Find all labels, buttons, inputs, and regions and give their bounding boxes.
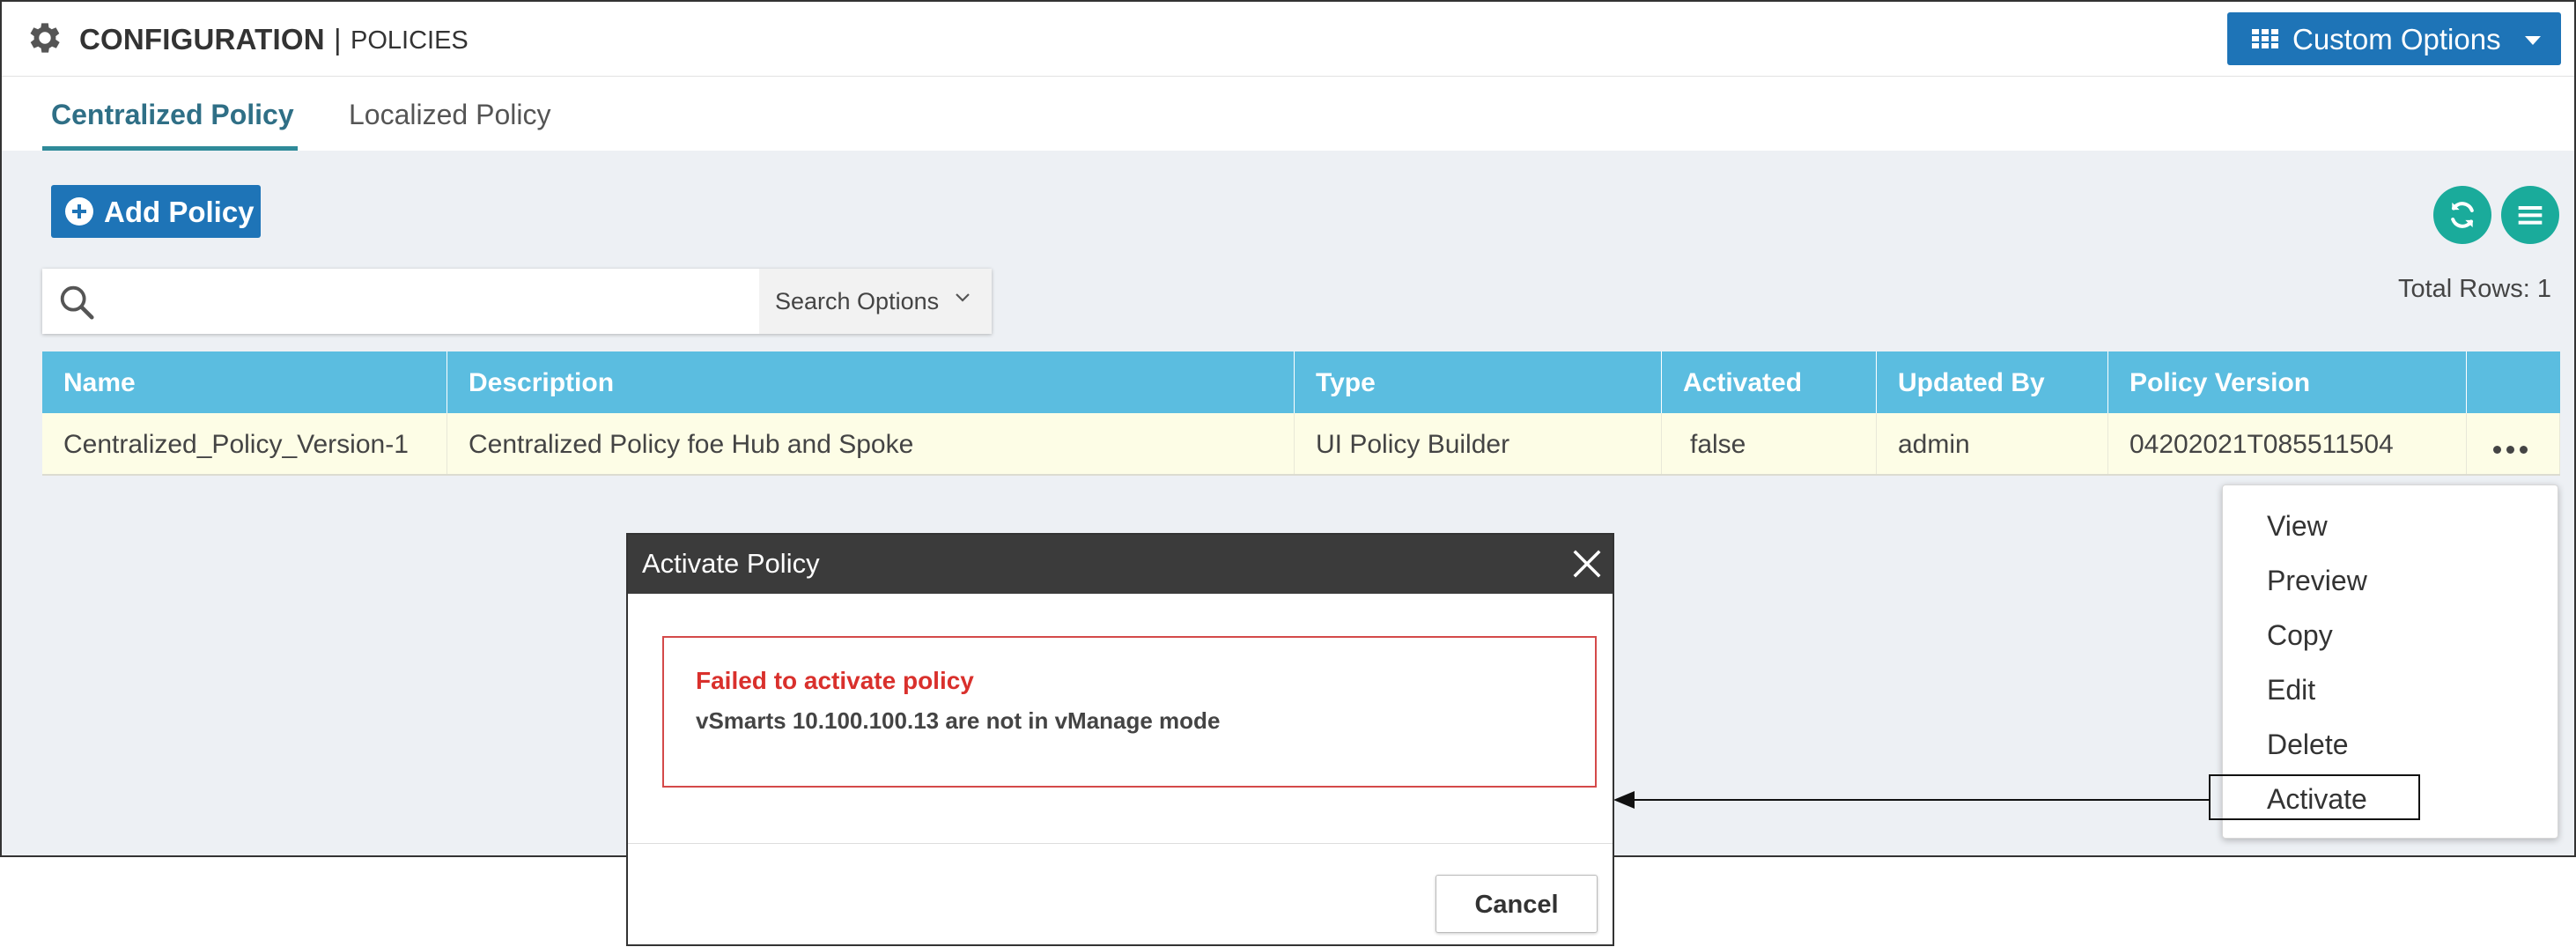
column-header-policy-version[interactable]: Policy Version <box>2108 351 2467 413</box>
refresh-icon <box>2451 202 2474 228</box>
table-menu-button[interactable] <box>2501 186 2559 244</box>
gear-icon <box>30 23 60 53</box>
menu-item-edit[interactable]: Edit <box>2223 662 2558 716</box>
tab-localized-policy[interactable]: Localized Policy <box>347 77 576 151</box>
add-policy-button[interactable]: Add Policy <box>51 185 261 238</box>
custom-options-label: Custom Options <box>2292 23 2501 55</box>
chevron-down-icon <box>956 293 970 302</box>
cell-description: Centralized Policy foe Hub and Spoke <box>447 413 1295 474</box>
menu-icon <box>2518 206 2543 225</box>
search-options-dropdown[interactable]: Search Options <box>759 269 992 334</box>
total-rows-value: 1 <box>2536 275 2551 303</box>
close-icon[interactable] <box>1570 547 1604 581</box>
menu-item-delete[interactable]: Delete <box>2223 716 2558 771</box>
search-input[interactable] <box>109 277 796 325</box>
title-separator: | <box>334 23 342 55</box>
cell-updated-by: admin <box>1877 413 2108 474</box>
menu-item-copy[interactable]: Copy <box>2223 607 2558 662</box>
column-header-description[interactable]: Description <box>447 351 1295 413</box>
cell-activated: false <box>1662 413 1877 474</box>
menu-item-preview[interactable]: Preview <box>2223 552 2558 607</box>
menu-item-view[interactable]: View <box>2223 498 2558 552</box>
page-header: CONFIGURATION | POLICIES Custom Options <box>2 2 2574 77</box>
grid-icon <box>2252 29 2278 48</box>
error-title: Failed to activate policy <box>696 667 974 694</box>
tab-label: Centralized Policy <box>51 99 294 130</box>
error-message-box: Failed to activate policy vSmarts 10.100… <box>662 636 1597 788</box>
table-header: Name Description Type Activated Updated … <box>42 351 2560 413</box>
cell-name: Centralized_Policy_Version-1 <box>42 413 447 474</box>
page-subtitle: POLICIES <box>351 26 469 55</box>
add-policy-label: Add Policy <box>104 196 255 228</box>
page-title: CONFIGURATION <box>79 23 325 55</box>
row-actions-button[interactable] <box>2467 413 2560 474</box>
policy-tabs: Centralized Policy Localized Policy <box>2 77 2574 151</box>
search-options-label: Search Options <box>775 288 940 314</box>
cell-type: UI Policy Builder <box>1295 413 1662 474</box>
more-icon <box>2467 413 2559 474</box>
caret-down-icon <box>2525 36 2541 45</box>
active-tab-indicator <box>42 146 298 151</box>
arrow-left-icon <box>1613 791 2211 809</box>
table-row[interactable]: Centralized_Policy_Version-1 Centralized… <box>42 413 2560 476</box>
cancel-label: Cancel <box>1474 891 1559 919</box>
total-rows: Total Rows: 1 <box>2371 275 2551 304</box>
activate-highlight-box <box>2209 774 2420 820</box>
dialog-divider <box>628 843 1613 844</box>
cancel-button[interactable]: Cancel <box>1436 875 1598 933</box>
tab-centralized-policy[interactable]: Centralized Policy <box>42 77 298 151</box>
dialog-header: Activate Policy <box>628 535 1613 594</box>
total-rows-label: Total Rows: <box>2397 275 2530 303</box>
tab-label: Localized Policy <box>349 99 551 130</box>
custom-options-button[interactable]: Custom Options <box>2227 12 2561 65</box>
column-header-type[interactable]: Type <box>1295 351 1662 413</box>
refresh-button[interactable] <box>2433 186 2491 244</box>
error-detail: vSmarts 10.100.100.13 are not in vManage… <box>696 707 1221 734</box>
search-icon <box>60 285 94 320</box>
column-header-updated-by[interactable]: Updated By <box>1877 351 2108 413</box>
column-header-name[interactable]: Name <box>42 351 447 413</box>
plus-circle-icon <box>65 197 93 226</box>
column-header-activated[interactable]: Activated <box>1662 351 1877 413</box>
search-bar: Search Options <box>42 269 992 334</box>
dialog-title: Activate Policy <box>642 548 820 579</box>
activate-policy-dialog: Activate Policy Failed to activate polic… <box>626 533 1614 946</box>
cell-policy-version: 04202021T085511504 <box>2108 413 2467 474</box>
column-header-actions <box>2467 351 2560 413</box>
